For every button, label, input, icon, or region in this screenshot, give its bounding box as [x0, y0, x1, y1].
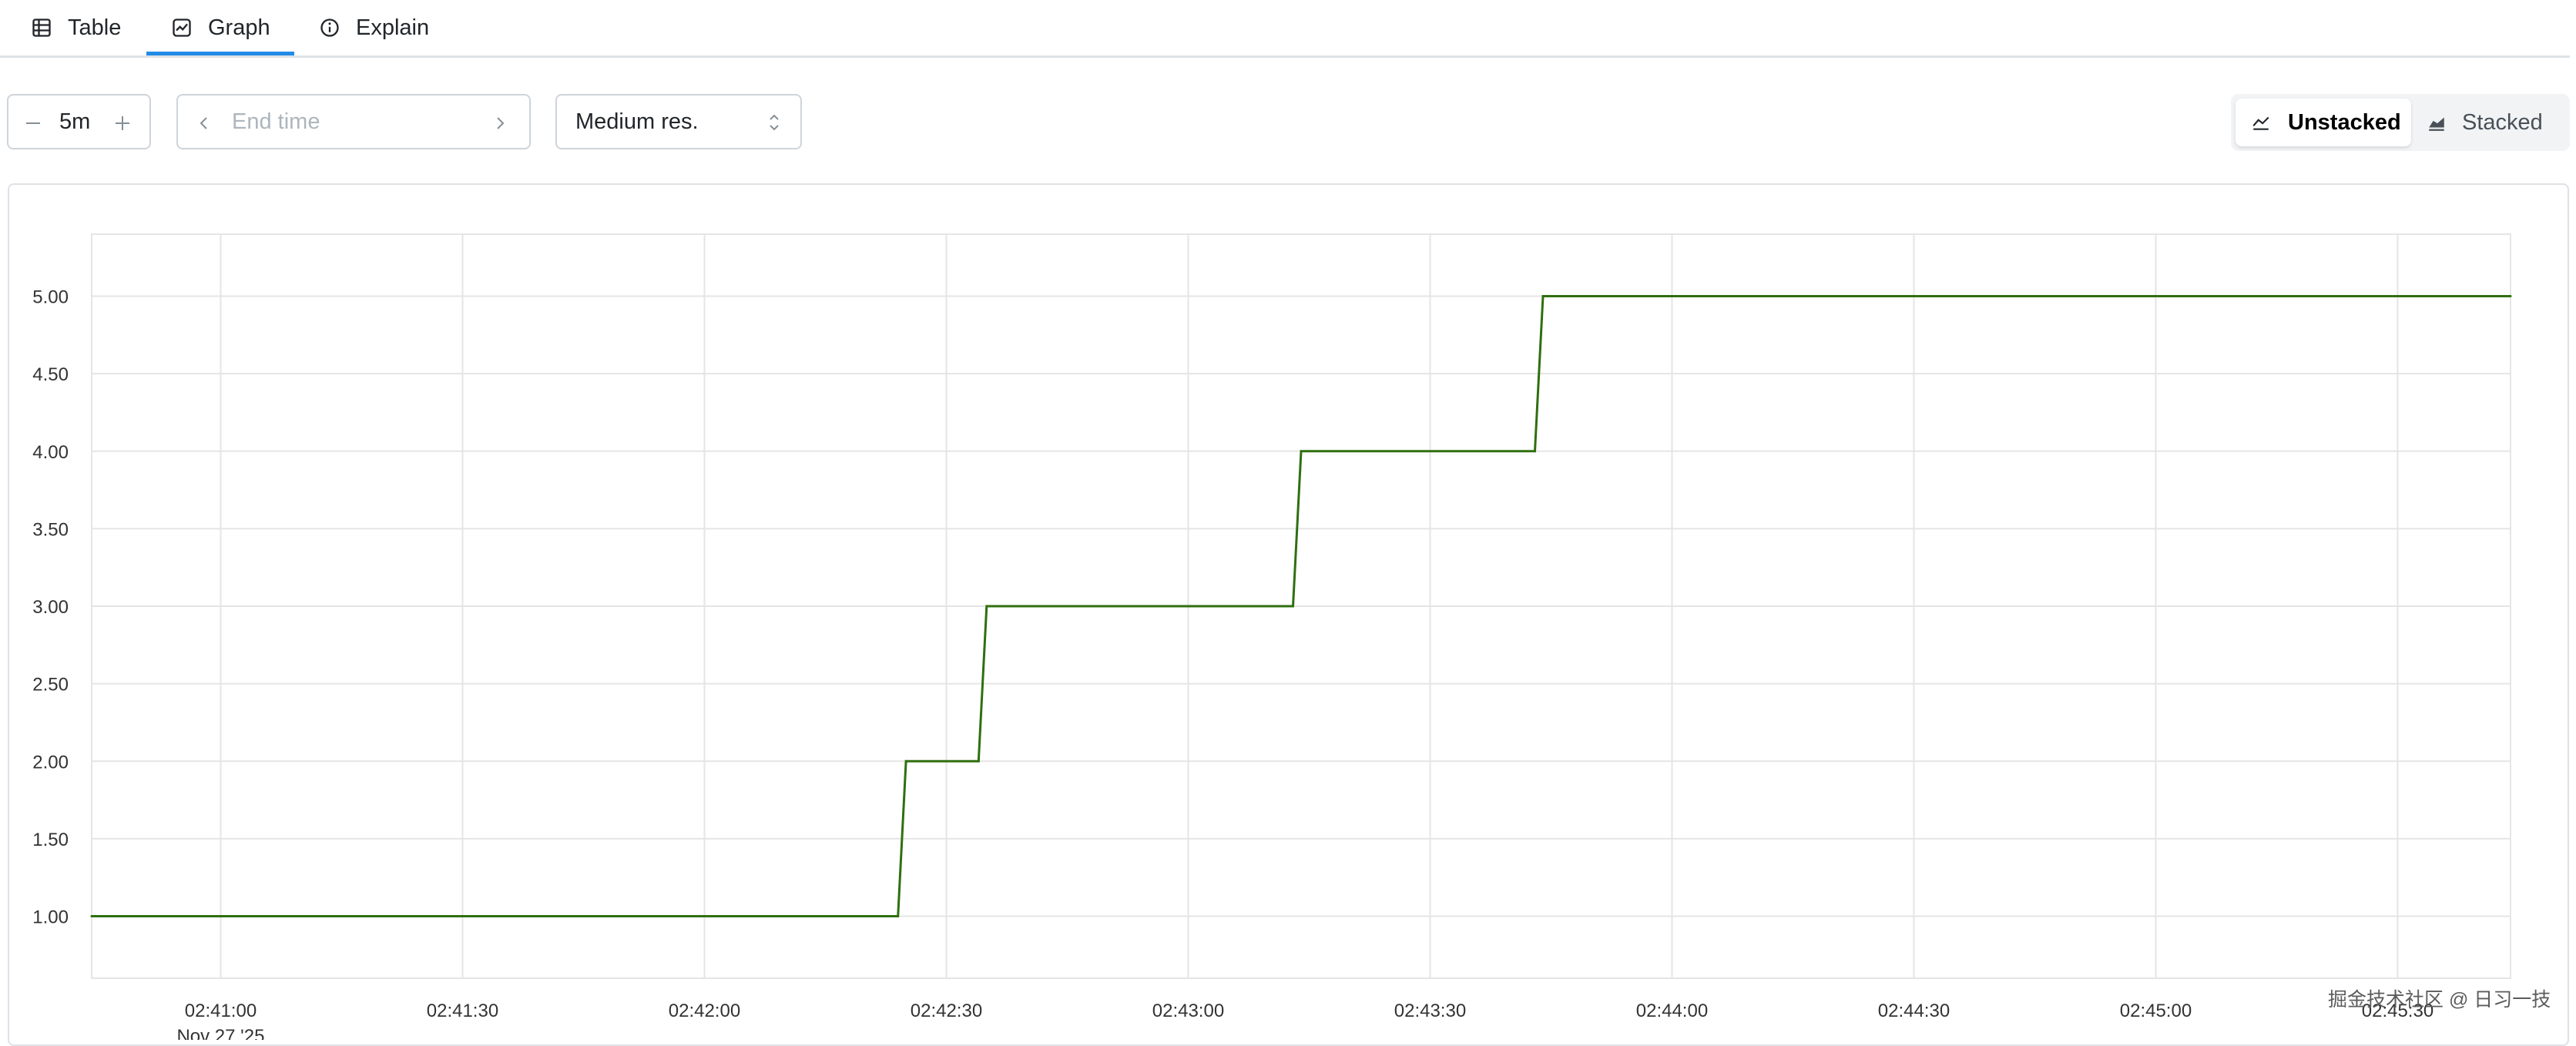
y-tick-label: 5.00 [32, 287, 69, 308]
stacked-label: Stacked [2462, 109, 2543, 135]
end-time-placeholder: End time [232, 109, 320, 134]
data-point [1300, 450, 1303, 453]
x-tick-label: 02:42:00 [669, 1001, 740, 1021]
x-tick-label: 02:42:30 [911, 1001, 982, 1021]
tab-active-indicator [146, 52, 294, 55]
tab-explain[interactable]: Explain [319, 0, 429, 55]
y-tick-label: 1.50 [32, 830, 69, 850]
y-tick-label: 2.00 [32, 752, 69, 773]
chevron-right-icon[interactable] [491, 114, 509, 132]
range-value[interactable]: 5m [59, 109, 90, 135]
x-tick-label: 02:44:30 [1878, 1001, 1950, 1021]
data-point [977, 759, 980, 763]
resolution-select[interactable]: Medium res. [555, 94, 802, 149]
end-time-input[interactable]: End time [176, 94, 531, 149]
chevron-updown-icon [770, 114, 779, 131]
data-point [1534, 450, 1537, 453]
data-point [985, 605, 988, 608]
chevron-left-icon[interactable] [195, 114, 213, 132]
x-tick-label: 02:41:30 [427, 1001, 498, 1021]
y-tick-label: 4.00 [32, 442, 69, 463]
stacked-button[interactable]: Stacked [2416, 99, 2567, 146]
watermark: 掘金技术社区 @ 日习一技 [2328, 989, 2551, 1011]
x-tick-label: 02:44:00 [1636, 1001, 1708, 1021]
y-tick-label: 1.00 [32, 907, 69, 928]
tab-table-label: Table [68, 15, 122, 40]
line-chart-icon [2252, 116, 2269, 130]
y-tick-label: 4.50 [32, 364, 69, 385]
data-point [2509, 295, 2512, 297]
area-chart-icon [2429, 117, 2444, 131]
x-tick-label: 02:43:00 [1152, 1001, 1224, 1021]
range-stepper[interactable]: 5m [7, 94, 151, 149]
chart-panel: 1.00 1.50 2.00 2.50 3.00 3.50 4.00 4.50 5.00 02:… [8, 183, 2569, 1046]
y-tick-label: 2.50 [32, 675, 69, 696]
unstacked-button[interactable]: Unstacked [2236, 99, 2411, 146]
data-point [897, 915, 900, 917]
resolution-value: Medium res. [575, 109, 699, 134]
table-icon [32, 18, 51, 37]
plus-icon[interactable] [113, 114, 132, 132]
tab-table[interactable]: Table [31, 0, 121, 55]
data-point [1292, 605, 1295, 608]
tab-bar: Table Graph Explain [0, 0, 2570, 58]
tab-graph[interactable]: Graph [171, 0, 270, 55]
y-tick-label: 3.00 [32, 597, 69, 618]
x-tick-label: 02:45:00 [2120, 1001, 2192, 1021]
data-point [90, 915, 93, 917]
minus-icon[interactable] [24, 114, 42, 132]
stack-mode-toggle: Unstacked Stacked [2231, 94, 2570, 151]
y-tick-label: 3.50 [32, 519, 69, 540]
x-date-label: Nov 27 '25 [176, 1026, 264, 1040]
unstacked-label: Unstacked [2288, 109, 2401, 135]
data-point [1541, 295, 1545, 297]
data-point [904, 759, 907, 763]
chart-svg: 1.00 1.50 2.00 2.50 3.00 3.50 4.00 4.50 5.00 02:… [32, 233, 2512, 1040]
graph-icon [173, 18, 191, 37]
x-tick-label: 02:43:30 [1394, 1001, 1466, 1021]
info-icon [320, 18, 339, 37]
tab-graph-label: Graph [208, 15, 270, 40]
x-tick-label: 02:41:00 [185, 1001, 257, 1021]
tab-explain-label: Explain [356, 15, 430, 40]
